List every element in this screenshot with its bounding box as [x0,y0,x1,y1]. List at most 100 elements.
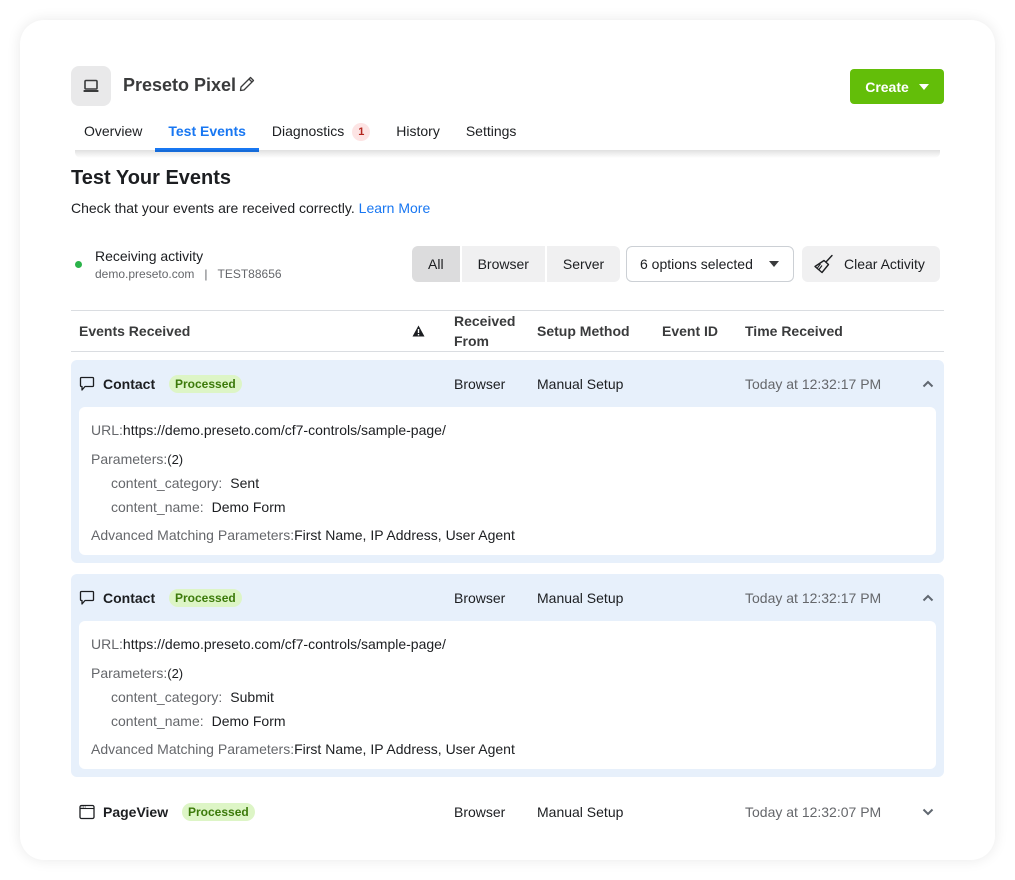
tab-overview[interactable]: Overview [71,118,155,152]
status-badge-wrap: Processed [169,360,242,407]
time-received: Today at 12:32:17 PM [745,375,882,392]
description-text: Check that your events are received corr… [71,200,355,216]
status-badge: Processed [169,588,242,607]
laptop-icon [83,79,99,92]
url-value: https://demo.preseto.com/cf7-controls/sa… [122,636,446,652]
create-label: Create [865,78,909,95]
chevron-down-icon[interactable] [919,788,937,835]
tab-label: Test Events [168,123,246,139]
pencil-icon[interactable] [238,75,256,93]
url-label: URL: [91,636,123,652]
chevron-up-icon[interactable] [919,574,937,621]
event-name: Contact [103,375,156,392]
clear-activity-label: Clear Activity [844,256,925,272]
event-name: Contact [103,589,156,606]
page-title: Test Your Events [71,167,232,189]
parameters-label: Parameters: [91,665,168,681]
parameter-key: content_name: [111,499,204,515]
status-indicator-dot [75,261,82,268]
status-subtext: demo.preseto.com | TEST88656 [95,267,282,281]
column-received-from: Received From [454,313,516,349]
column-events-received: Events Received [79,323,191,339]
parameters-count: (2) [167,451,184,467]
tab-diagnostics[interactable]: Diagnostics 1 [259,118,383,152]
parameters-label: Parameters: [91,451,168,467]
event-type-select[interactable]: 6 options selected [626,246,794,282]
event-details: URL: https://demo.preseto.com/cf7-contro… [79,407,936,555]
pixel-avatar [71,66,111,106]
parameter-value: Submit [230,689,274,705]
filter-browser-button[interactable]: Browser [461,246,545,282]
tab-bar: Overview Test Events Diagnostics 1 Histo… [71,118,529,152]
parameter-row: content_category: Sent [91,471,924,495]
status-badge-wrap: Processed [169,574,242,621]
tab-settings[interactable]: Settings [453,118,530,152]
advanced-matching-value: First Name, IP Address, User Agent [294,741,515,757]
event-summary[interactable]: Contact Processed Browser Manual Setup T… [71,360,944,407]
caret-down-icon [918,83,929,90]
status-label: Receiving activity [95,248,204,264]
advanced-matching-label: Advanced Matching Parameters: [91,527,295,543]
event-summary[interactable]: PageView Processed Browser Manual Setup … [71,788,944,835]
received-from: Browser [454,375,506,392]
clear-activity-button[interactable]: Clear Activity [802,246,940,282]
column-time-received: Time Received [745,323,843,339]
advanced-matching-label: Advanced Matching Parameters: [91,741,295,757]
parameter-row: content_category: Submit [91,685,924,709]
column-warning [412,311,425,351]
url-label: URL: [91,422,123,438]
filter-server-button[interactable]: Server [546,246,621,282]
status-badge: Processed [169,374,242,393]
create-button[interactable]: Create [850,69,944,104]
learn-more-link[interactable]: Learn More [359,200,431,216]
parameter-key: content_category: [111,689,223,705]
chat-bubble-icon [79,360,95,407]
setup-method: Manual Setup [537,375,624,392]
warning-icon [412,325,425,337]
detail-url: URL: https://demo.preseto.com/cf7-contro… [91,633,924,655]
pixel-title: Preseto Pixel [123,75,237,95]
tab-test-events[interactable]: Test Events [155,118,259,152]
detail-advanced-matching: Advanced Matching Parameters: First Name… [91,737,924,761]
chevron-up-icon[interactable] [919,360,937,407]
page-description: Check that your events are received corr… [71,200,430,216]
advanced-matching-value: First Name, IP Address, User Agent [294,527,515,543]
time-received: Today at 12:32:17 PM [745,589,882,606]
event-row-collapsed: PageView Processed Browser Manual Setup … [71,788,944,835]
parameter-key: content_name: [111,713,204,729]
parameter-value: Demo Form [211,713,286,729]
received-from: Browser [454,803,506,820]
status-domain: demo.preseto.com [95,267,195,281]
event-row-expanded: Contact Processed Browser Manual Setup T… [71,360,944,563]
time-received: Today at 12:32:07 PM [745,803,882,820]
parameter-value: Sent [230,475,260,491]
parameter-key: content_category: [111,475,223,491]
parameter-row: content_name: Demo Form [91,709,924,733]
status-separator: | [204,267,208,281]
detail-url: URL: https://demo.preseto.com/cf7-contro… [91,419,924,441]
tab-label: Settings [465,123,517,139]
detail-parameters: Parameters: (2) [91,447,924,471]
detail-advanced-matching: Advanced Matching Parameters: First Name… [91,523,924,547]
select-value: 6 options selected [640,256,753,272]
pixel-header: Preseto Pixel Create Overview Test Event… [71,66,944,152]
event-row-expanded: Contact Processed Browser Manual Setup T… [71,574,944,777]
url-value: https://demo.preseto.com/cf7-controls/sa… [122,422,446,438]
chat-bubble-icon [79,574,95,621]
header-divider-shadow [75,150,940,158]
tab-history[interactable]: History [383,118,453,152]
detail-parameters: Parameters: (2) [91,661,924,685]
event-summary[interactable]: Contact Processed Browser Manual Setup T… [71,574,944,621]
tab-label: History [396,123,440,139]
status-badge: Processed [182,802,255,821]
event-name: PageView [103,803,169,820]
parameters-count: (2) [167,665,184,681]
filter-all-button[interactable]: All [412,246,460,282]
events-table-header: Events Received Received From Setup Meth… [71,310,944,352]
test-code: TEST88656 [217,267,282,281]
column-event-id: Event ID [662,323,719,339]
diagnostics-count-badge: 1 [352,123,371,141]
setup-method: Manual Setup [537,803,624,820]
source-filter: All Browser Server [412,246,621,282]
column-setup-method: Setup Method [537,323,630,339]
